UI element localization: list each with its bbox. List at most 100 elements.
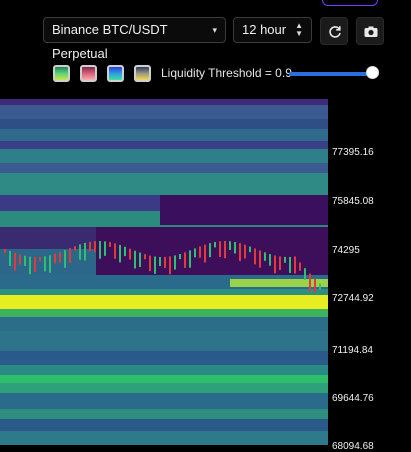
heatmap-band (0, 365, 328, 375)
candle (274, 255, 276, 274)
candle (9, 250, 11, 266)
candle (239, 243, 241, 262)
candle (249, 246, 251, 253)
candle (179, 253, 181, 260)
colormap-swatch-viridis[interactable] (53, 65, 70, 82)
candle (194, 248, 196, 258)
candle (69, 248, 71, 263)
candle (39, 256, 41, 262)
refresh-button[interactable] (320, 17, 348, 45)
candle (14, 252, 16, 271)
heatmap-band (0, 351, 328, 365)
candle (319, 283, 321, 290)
price-axis-label: 72744.92 (332, 293, 374, 304)
screenshot-button[interactable] (356, 17, 384, 45)
candle (184, 252, 186, 268)
heatmap-band (0, 317, 328, 331)
candle (119, 244, 121, 263)
candle (214, 241, 216, 248)
price-axis-label: 71194.84 (332, 345, 373, 356)
candle (154, 256, 156, 274)
candle (104, 241, 106, 256)
colormap-swatch-blue[interactable] (107, 65, 124, 82)
candle (189, 250, 191, 268)
candle (209, 243, 211, 258)
candle (174, 255, 176, 270)
candle (289, 256, 291, 273)
candle (19, 254, 21, 265)
candle (244, 244, 246, 259)
candle (114, 243, 116, 259)
candle (269, 254, 271, 266)
candle (134, 250, 136, 269)
colormap-swatch-magma[interactable] (80, 65, 97, 82)
interval-select[interactable]: 12 hour ▲ ▼ (233, 17, 312, 43)
heatmap-band (0, 289, 328, 295)
heatmap-band (0, 173, 328, 195)
heatmap-band (0, 99, 328, 105)
slider-thumb[interactable] (366, 66, 379, 79)
candle (164, 256, 166, 268)
candle (4, 249, 6, 253)
candle (54, 253, 56, 264)
candle (29, 256, 31, 275)
candle (294, 256, 296, 274)
candle (234, 241, 236, 254)
heatmap-band (0, 431, 328, 445)
price-axis-label: 75845.08 (332, 196, 374, 207)
heatmap-band (0, 375, 328, 383)
market-select[interactable]: Binance BTC/USDT Perpetual ▾ (43, 17, 226, 61)
heatmap-band (0, 309, 328, 317)
candle (159, 256, 161, 267)
candle (99, 241, 101, 259)
heatmap-zone (230, 279, 328, 287)
candle (284, 256, 286, 263)
candle (34, 256, 36, 272)
candle (229, 241, 231, 250)
heatmap-band (0, 163, 328, 173)
interval-select-value: 12 hour (242, 22, 287, 37)
candle (79, 244, 81, 260)
heatmap-band (0, 141, 328, 149)
liquidity-heatmap[interactable] (0, 99, 328, 445)
heatmap-band (0, 149, 328, 163)
toolbar: Binance BTC/USDT Perpetual ▾ 12 hour ▲ ▼ … (0, 0, 411, 95)
candle (204, 244, 206, 263)
refresh-icon (329, 26, 341, 38)
candle (199, 246, 201, 258)
heatmap-band (0, 331, 328, 351)
heatmap-band (0, 393, 328, 409)
candle (224, 241, 226, 259)
top-accent-tab[interactable] (322, 0, 378, 6)
candle (309, 273, 311, 292)
candle (254, 248, 256, 265)
heatmap-band (0, 119, 328, 129)
candle (264, 252, 266, 261)
candle (314, 278, 316, 293)
candle (169, 256, 171, 275)
candle (259, 250, 261, 268)
colormap-swatch-cividis[interactable] (134, 65, 151, 82)
heatmap-zone (160, 195, 328, 225)
price-axis-label: 69644.76 (332, 393, 374, 404)
candle (89, 241, 91, 252)
candle (24, 255, 26, 266)
candle (64, 250, 66, 268)
candle (74, 246, 76, 251)
price-axis-label: 74295 (332, 245, 360, 256)
camera-icon (364, 26, 378, 37)
heatmap-band (0, 129, 328, 141)
price-axis-label: 77395.16 (332, 147, 374, 158)
candle (94, 241, 96, 252)
updown-icon: ▲ ▼ (295, 21, 303, 38)
candle (109, 242, 111, 247)
candle (49, 255, 51, 273)
candle (44, 256, 46, 272)
price-axis: 77395.16 75845.08 74295 72744.92 71194.84 696… (328, 99, 411, 452)
candle (279, 256, 281, 271)
heatmap-zone (0, 295, 328, 309)
candle (144, 254, 146, 260)
heatmap-band (0, 105, 328, 119)
heatmap-band (0, 409, 328, 419)
candle (84, 242, 86, 261)
